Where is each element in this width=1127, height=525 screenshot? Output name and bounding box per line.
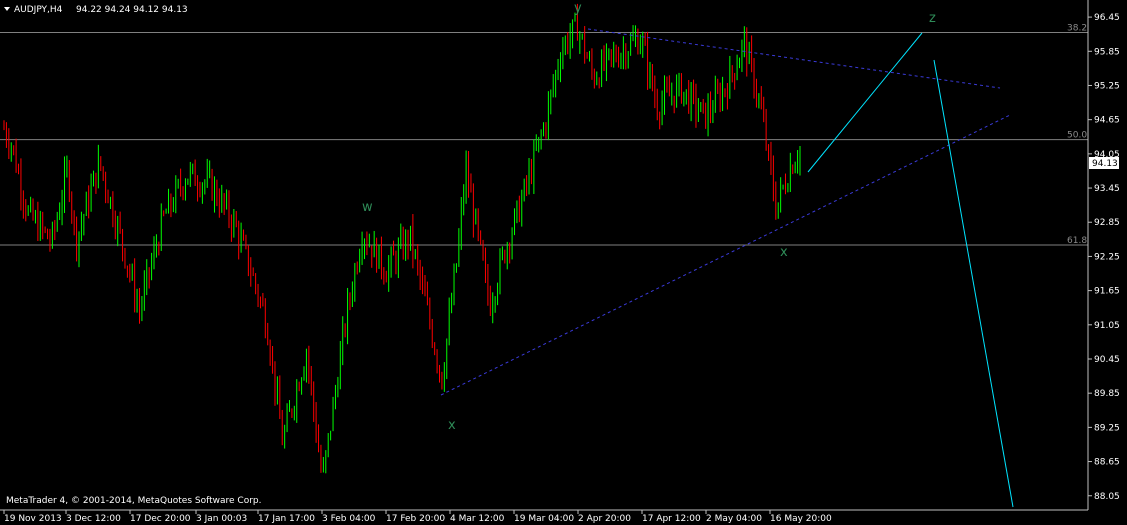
time-tick-label: 2 Apr 20:00 <box>578 514 631 524</box>
price-tick-label: 89.25 <box>1094 423 1120 433</box>
price-tick-label: 89.85 <box>1094 389 1120 399</box>
fib-level-label: 61.8 <box>1067 236 1087 246</box>
wave-label-z: z <box>929 11 936 26</box>
time-tick-label: 3 Feb 04:00 <box>322 514 376 524</box>
price-tick-label: 96.45 <box>1094 13 1120 23</box>
time-tick-label: 3 Jan 00:03 <box>196 514 247 524</box>
price-tick-label: 91.05 <box>1094 321 1120 331</box>
current-price-text: 94.13 <box>1092 159 1118 169</box>
copyright-text: MetaTrader 4, © 2001-2014, MetaQuotes So… <box>6 496 262 506</box>
price-tick-label: 91.65 <box>1094 287 1120 297</box>
wave-label-x1: x <box>448 418 456 433</box>
fib-level-label: 38.2 <box>1067 23 1087 33</box>
ohlc-values: 94.22 94.24 94.12 94.13 <box>76 5 188 15</box>
time-tick-label: 19 Mar 04:00 <box>514 514 574 524</box>
time-tick-label: 19 Nov 2013 <box>4 514 62 524</box>
time-tick-label: 16 May 20:00 <box>770 514 832 524</box>
time-tick-label: 17 Dec 20:00 <box>130 514 191 524</box>
wave-label-w: w <box>362 200 373 215</box>
time-tick-label: 2 May 04:00 <box>706 514 762 524</box>
chart-header: AUDJPY,H4 94.22 94.24 94.12 94.13 <box>4 5 188 15</box>
price-tick-label: 92.25 <box>1094 252 1120 262</box>
price-tick-label: 88.05 <box>1094 492 1120 502</box>
price-tick-label: 90.45 <box>1094 355 1120 365</box>
symbol-label: AUDJPY,H4 <box>14 5 63 15</box>
chart-background <box>0 0 1127 525</box>
price-tick-label: 95.85 <box>1094 47 1120 57</box>
price-tick-label: 95.25 <box>1094 81 1120 91</box>
time-tick-label: 17 Feb 20:00 <box>386 514 445 524</box>
current-price-marker: 94.13 <box>1089 157 1119 169</box>
price-tick-label: 94.65 <box>1094 116 1120 126</box>
price-tick-label: 93.45 <box>1094 184 1120 194</box>
time-tick-label: 3 Dec 12:00 <box>66 514 121 524</box>
wave-label-x2: x <box>780 245 788 260</box>
time-tick-label: 4 Mar 12:00 <box>450 514 505 524</box>
wave-label-y: y <box>574 1 582 16</box>
time-tick-label: 17 Jan 17:00 <box>258 514 315 524</box>
price-tick-label: 88.65 <box>1094 458 1120 468</box>
price-tick-label: 92.85 <box>1094 218 1120 228</box>
time-tick-label: 17 Apr 12:00 <box>642 514 701 524</box>
fib-level-label: 50.0 <box>1067 131 1087 141</box>
price-chart[interactable]: 38.2 50.0 61.8 w x y x z 96.45 95.85 95.25 94… <box>0 0 1127 525</box>
